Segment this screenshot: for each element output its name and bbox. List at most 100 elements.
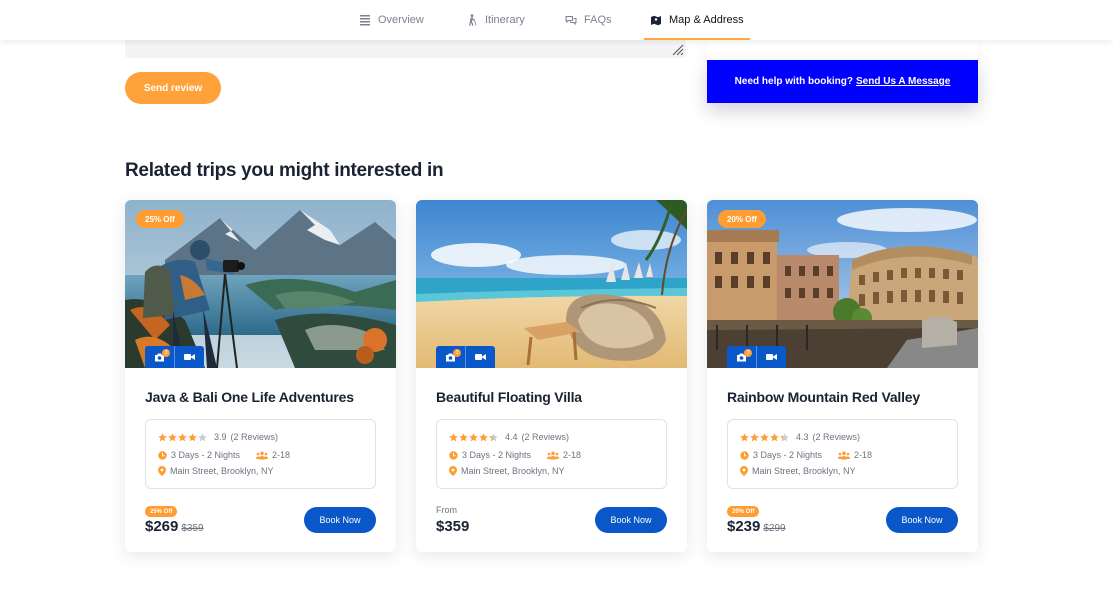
photo-count: 3 <box>744 349 752 357</box>
trip-info-box: 3.9 (2 Reviews) 3 Days - 2 Nights 2-18 M… <box>145 419 376 489</box>
star-icon <box>780 432 789 441</box>
location: Main Street, Brooklyn, NY <box>170 466 274 476</box>
old-price: $359 <box>181 523 204 534</box>
clock-icon <box>740 450 749 460</box>
video-button[interactable] <box>756 346 786 368</box>
trip-image[interactable]: 3 <box>416 200 687 368</box>
book-now-button[interactable]: Book Now <box>595 507 667 533</box>
rating-row: 4.4 (2 Reviews) <box>449 432 569 442</box>
star-icon <box>198 432 207 441</box>
location-pin-icon <box>740 466 748 476</box>
send-review-button[interactable]: Send review <box>125 72 221 104</box>
tab-faqs-label: FAQs <box>584 14 612 26</box>
price: $269 $359 <box>145 518 204 535</box>
booking-sidebar-card <box>707 40 978 60</box>
star-icon <box>770 432 779 441</box>
trip-info-box: 4.4 (2 Reviews) 3 Days - 2 Nights 2-18 M… <box>436 419 667 489</box>
review-textarea[interactable] <box>125 40 686 58</box>
star-icon <box>459 432 468 441</box>
discount-badge: 20% Off <box>718 210 766 228</box>
location-row: Main Street, Brooklyn, NY <box>449 466 565 476</box>
trip-image[interactable]: 25% Off 3 <box>125 200 396 368</box>
duration-row: 3 Days - 2 Nights 2-18 <box>740 450 872 460</box>
discount-badge: 25% Off <box>136 210 184 228</box>
duration: 3 Days - 2 Nights <box>171 450 241 460</box>
photo-count: 3 <box>162 349 170 357</box>
trip-card[interactable]: 20% Off 3 Rainbow Mountain Red Valley 4.… <box>707 200 978 552</box>
duration-row: 3 Days - 2 Nights 2-18 <box>449 450 581 460</box>
book-now-button[interactable]: Book Now <box>304 507 376 533</box>
star-icon <box>740 432 749 441</box>
trip-title[interactable]: Beautiful Floating Villa <box>436 389 582 405</box>
trip-image[interactable]: 20% Off 3 <box>707 200 978 368</box>
star-rating <box>158 432 207 442</box>
tab-itinerary[interactable]: Itinerary <box>466 0 525 40</box>
location-row: Main Street, Brooklyn, NY <box>740 466 856 476</box>
video-button[interactable] <box>174 346 204 368</box>
star-icon <box>168 432 177 441</box>
clock-icon <box>158 450 167 460</box>
star-icon <box>178 432 187 441</box>
tab-faqs[interactable]: FAQs <box>565 0 612 40</box>
trip-title[interactable]: Java & Bali One Life Adventures <box>145 389 354 405</box>
star-icon <box>479 432 488 441</box>
tab-map-address-label: Map & Address <box>669 14 744 26</box>
media-buttons: 3 <box>145 346 204 368</box>
clock-icon <box>449 450 458 460</box>
group-size: 2-18 <box>854 450 873 460</box>
media-buttons: 3 <box>727 346 786 368</box>
photos-button[interactable]: 3 <box>145 346 174 368</box>
video-icon <box>184 354 195 360</box>
photo-count: 3 <box>453 349 461 357</box>
media-buttons: 3 <box>436 346 495 368</box>
trip-title[interactable]: Rainbow Mountain Red Valley <box>727 389 920 405</box>
video-button[interactable] <box>465 346 495 368</box>
price: $359 <box>436 518 469 535</box>
group-icon <box>256 451 269 459</box>
duration-row: 3 Days - 2 Nights 2-18 <box>158 450 290 460</box>
trip-card[interactable]: 3 Beautiful Floating Villa 4.4 (2 Review… <box>416 200 687 552</box>
resize-grip-icon[interactable] <box>672 44 684 56</box>
tab-overview[interactable]: Overview <box>359 0 424 40</box>
map-icon <box>651 15 661 26</box>
price-from-label: From <box>436 505 457 515</box>
location: Main Street, Brooklyn, NY <box>461 466 565 476</box>
group-size: 2-18 <box>563 450 582 460</box>
duration: 3 Days - 2 Nights <box>462 450 532 460</box>
star-rating <box>740 432 789 442</box>
star-icon <box>489 432 498 441</box>
book-now-button[interactable]: Book Now <box>886 507 958 533</box>
trip-card[interactable]: 25% Off 3 Java & Bali One Life Adventure… <box>125 200 396 552</box>
photos-button[interactable]: 3 <box>436 346 465 368</box>
photos-button[interactable]: 3 <box>727 346 756 368</box>
location-row: Main Street, Brooklyn, NY <box>158 466 274 476</box>
duration: 3 Days - 2 Nights <box>753 450 823 460</box>
tour-tabs-nav: Overview Itinerary FAQs Map & Address <box>0 0 1113 40</box>
location-pin-icon <box>158 466 166 476</box>
current-price: $359 <box>436 518 470 535</box>
tab-map-address[interactable]: Map & Address <box>644 0 750 40</box>
star-icon <box>469 432 478 441</box>
star-icon <box>760 432 769 441</box>
mini-discount-badge: 25% Off <box>145 506 178 517</box>
location: Main Street, Brooklyn, NY <box>752 466 856 476</box>
rating-value: 4.3 <box>796 432 809 442</box>
rating-row: 3.9 (2 Reviews) <box>158 432 278 442</box>
group-icon <box>547 451 560 459</box>
chat-icon <box>565 16 577 26</box>
star-icon <box>750 432 759 441</box>
booking-help-bar: Need help with booking? Send Us A Messag… <box>707 60 978 103</box>
star-icon <box>188 432 197 441</box>
group-size: 2-18 <box>272 450 291 460</box>
star-icon <box>158 432 167 441</box>
send-message-link[interactable]: Send Us A Message <box>856 76 950 87</box>
trip-info-box: 4.3 (2 Reviews) 3 Days - 2 Nights 2-18 M… <box>727 419 958 489</box>
location-pin-icon <box>449 466 457 476</box>
current-price: $269 <box>145 518 179 535</box>
mini-discount-badge: 20% Off <box>727 506 760 517</box>
star-rating <box>449 432 498 442</box>
rating-value: 3.9 <box>214 432 227 442</box>
rating-value: 4.4 <box>505 432 518 442</box>
review-count: (2 Reviews) <box>230 432 279 442</box>
current-price: $239 <box>727 518 761 535</box>
